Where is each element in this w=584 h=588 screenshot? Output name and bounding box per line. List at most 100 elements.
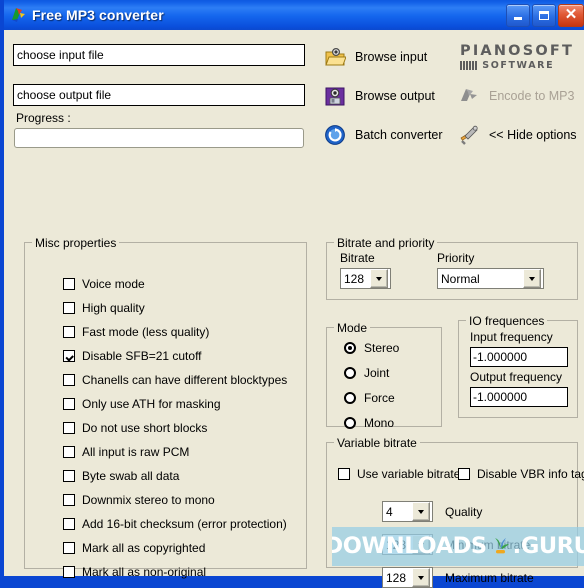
- checkbox-box: [63, 446, 75, 458]
- output-frequency-label: Output frequency: [470, 370, 563, 384]
- checkbox-label: High quality: [82, 301, 145, 315]
- folder-open-icon: [324, 46, 347, 68]
- checkbox-label: Add 16-bit checksum (error protection): [82, 517, 287, 531]
- checkbox-label: Do not use short blocks: [82, 421, 208, 435]
- checkbox-label: Only use ATH for masking: [82, 397, 221, 411]
- radio-mono[interactable]: Mono: [344, 415, 394, 431]
- checkbox-label: Byte swab all data: [82, 469, 180, 483]
- checkbox-voice-mode[interactable]: Voice mode: [63, 276, 145, 292]
- checkbox-label: Use variable bitrate: [357, 467, 461, 481]
- batch-converter-button[interactable]: Batch converter: [324, 122, 443, 148]
- checkbox-byte-swab[interactable]: Byte swab all data: [63, 468, 179, 484]
- piano-keys-icon: [460, 61, 478, 70]
- input-file-field[interactable]: choose input file: [13, 44, 305, 66]
- encode-to-mp3-button[interactable]: Encode to MP3: [458, 83, 574, 109]
- batch-converter-label: Batch converter: [355, 128, 443, 142]
- checkbox-fast-mode[interactable]: Fast mode (less quality): [63, 324, 209, 340]
- input-frequency-field[interactable]: -1.000000: [470, 347, 568, 367]
- checkbox-only-ath-masking[interactable]: Only use ATH for masking: [63, 396, 221, 412]
- quality-label: Quality: [445, 505, 483, 519]
- browse-input-label: Browse input: [355, 50, 428, 64]
- watermark-text-right: .GURU: [512, 533, 584, 560]
- radio-label: Joint: [364, 366, 390, 380]
- checkbox-raw-pcm[interactable]: All input is raw PCM: [63, 444, 189, 460]
- bitrate-priority-title: Bitrate and priority: [334, 236, 438, 250]
- radio-stereo[interactable]: Stereo: [344, 340, 399, 356]
- checkbox-box: [338, 468, 350, 480]
- radio-dot: [344, 342, 356, 354]
- checkbox-use-variable-bitrate[interactable]: Use variable bitrate: [338, 466, 460, 482]
- progress-bar: [14, 128, 304, 148]
- maximum-bitrate-select[interactable]: 128: [382, 567, 433, 588]
- checkbox-downmix-mono[interactable]: Downmix stereo to mono: [63, 492, 215, 508]
- pianosoft-logo-line2: SOFTWARE: [482, 60, 555, 71]
- checkbox-box: [458, 468, 470, 480]
- checkbox-box: [63, 470, 75, 482]
- minimize-icon: [514, 17, 522, 20]
- variable-bitrate-title: Variable bitrate: [334, 436, 420, 450]
- blue-circle-batch-icon: [324, 124, 346, 146]
- checkbox-no-short-blocks[interactable]: Do not use short blocks: [63, 420, 207, 436]
- quality-select[interactable]: 4: [382, 501, 433, 522]
- close-button[interactable]: ✕: [558, 3, 584, 27]
- client-area: choose input file choose output file Pro…: [8, 30, 584, 588]
- radio-force[interactable]: Force: [344, 390, 395, 406]
- chevron-down-icon: [412, 502, 430, 521]
- bitrate-select[interactable]: 128: [340, 268, 391, 289]
- radio-label: Force: [364, 391, 395, 405]
- maximize-button[interactable]: [532, 3, 556, 27]
- minimize-button[interactable]: [506, 3, 530, 27]
- checkbox-box: [63, 494, 75, 506]
- output-frequency-field[interactable]: -1.000000: [470, 387, 568, 407]
- checkbox-box: [63, 374, 75, 386]
- priority-label: Priority: [437, 251, 475, 265]
- checkbox-label: Chanells can have different blocktypes: [82, 373, 288, 387]
- output-file-field[interactable]: choose output file: [13, 84, 305, 106]
- radio-joint[interactable]: Joint: [344, 365, 389, 381]
- checkbox-label: Voice mode: [82, 277, 145, 291]
- checkbox-label: Fast mode (less quality): [82, 325, 210, 339]
- sprout-logo-icon: [488, 536, 512, 558]
- priority-value: Normal: [441, 271, 480, 286]
- floppy-save-icon: [324, 85, 346, 107]
- checkbox-box: [63, 398, 75, 410]
- checkbox-disable-sfb21[interactable]: Disable SFB=21 cutoff: [63, 348, 202, 364]
- gray-bird-icon: [458, 85, 480, 107]
- radio-label: Stereo: [364, 341, 400, 355]
- chevron-down-icon: [523, 269, 541, 288]
- watermark-text-left: DOWNLOADS: [332, 533, 487, 560]
- checkbox-mark-copyrighted[interactable]: Mark all as copyrighted: [63, 540, 205, 556]
- checkbox-box: [63, 542, 75, 554]
- radio-label: Mono: [364, 416, 395, 430]
- checkbox-box: [63, 518, 75, 530]
- browse-input-button[interactable]: Browse input: [324, 44, 427, 70]
- mode-title: Mode: [334, 321, 371, 335]
- checkbox-box: [63, 566, 75, 578]
- checkbox-label: Disable VBR info tag: [477, 467, 584, 481]
- quality-value: 4: [386, 504, 393, 519]
- pianosoft-logo: PIANOSOFT SOFTWARE: [460, 43, 575, 71]
- downloads-guru-watermark: DOWNLOADS .GURU: [332, 527, 584, 566]
- checkbox-different-blocktypes[interactable]: Chanells can have different blocktypes: [63, 372, 287, 388]
- priority-select[interactable]: Normal: [437, 268, 544, 289]
- misc-properties-title: Misc properties: [32, 236, 120, 250]
- maximize-icon: [539, 10, 549, 20]
- maximum-bitrate-label: Maximum bitrate: [445, 571, 534, 585]
- encode-to-mp3-label: Encode to MP3: [489, 89, 575, 103]
- checkbox-label: All input is raw PCM: [82, 445, 190, 459]
- checkbox-box: [63, 326, 75, 338]
- input-frequency-label: Input frequency: [470, 330, 553, 344]
- checkbox-disable-vbr-info-tag[interactable]: Disable VBR info tag: [458, 466, 584, 482]
- checkbox-box: [63, 302, 75, 314]
- browse-output-button[interactable]: Browse output: [324, 83, 435, 109]
- chevron-down-icon: [370, 269, 388, 288]
- checkbox-box: [63, 278, 75, 290]
- tools-icon: [458, 124, 480, 146]
- checkbox-16bit-checksum[interactable]: Add 16-bit checksum (error protection): [63, 516, 287, 532]
- checkbox-label: Mark all as non-original: [82, 565, 207, 579]
- checkbox-mark-non-original[interactable]: Mark all as non-original: [63, 564, 206, 580]
- checkbox-high-quality[interactable]: High quality: [63, 300, 145, 316]
- chevron-down-icon: [412, 568, 430, 587]
- hide-options-button[interactable]: << Hide options: [458, 122, 577, 148]
- checkbox-box: [63, 350, 75, 362]
